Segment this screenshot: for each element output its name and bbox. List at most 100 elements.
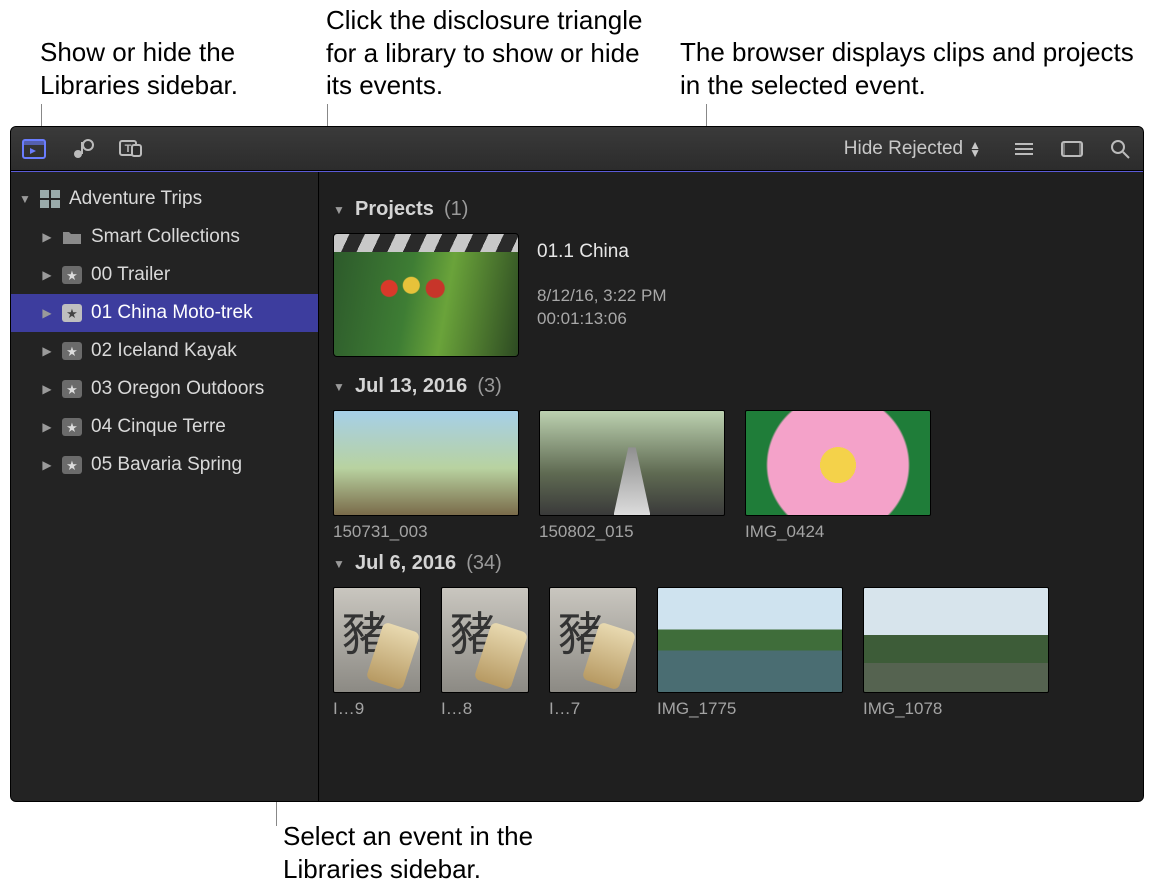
chevron-right-icon[interactable] <box>41 344 53 358</box>
disclosure-triangle-icon[interactable] <box>333 557 345 571</box>
clip-image <box>549 587 637 693</box>
sidebar-item-label: 04 Cinque Terre <box>91 416 226 438</box>
project-thumbnail[interactable] <box>333 233 519 357</box>
sidebar-item-label: 05 Bavaria Spring <box>91 454 242 476</box>
sidebar-item-label: 00 Trailer <box>91 264 170 286</box>
section-count: (1) <box>444 198 468 221</box>
clip-thumbnail[interactable]: IMG_1078 <box>863 587 1049 719</box>
svg-text:★: ★ <box>66 344 78 359</box>
sidebar-item-event[interactable]: ★ 03 Oregon Outdoors <box>11 370 318 408</box>
event-star-icon: ★ <box>61 455 83 475</box>
sidebar-item-label: 02 Iceland Kayak <box>91 340 237 362</box>
section-title: Jul 6, 2016 <box>355 552 456 575</box>
list-view-icon[interactable] <box>1011 136 1037 162</box>
clip-image <box>333 587 421 693</box>
fcp-window: T Hide Rejected ▲▼ Adventure Trips <box>10 126 1144 802</box>
clip-image <box>863 587 1049 693</box>
event-star-icon: ★ <box>61 379 83 399</box>
chevron-right-icon[interactable] <box>41 458 53 472</box>
clip-image <box>539 410 725 516</box>
sidebar-item-label: 03 Oregon Outdoors <box>91 378 264 400</box>
disclosure-triangle-icon[interactable] <box>333 380 345 394</box>
callout-browser: The browser displays clips and projects … <box>680 36 1140 101</box>
clip-label: I…7 <box>549 699 637 719</box>
section-header-projects[interactable]: Projects (1) <box>333 198 1129 221</box>
project-metadata: 01.1 China 8/12/16, 3:22 PM 00:01:13:06 <box>537 233 666 331</box>
callout-select-event: Select an event in the Libraries sidebar… <box>283 820 613 885</box>
clip-image <box>657 587 843 693</box>
clip-filter-popup[interactable]: Hide Rejected ▲▼ <box>844 138 981 160</box>
section-header-date[interactable]: Jul 13, 2016 (3) <box>333 375 1129 398</box>
sidebar-item-smart-collections[interactable]: Smart Collections <box>11 218 318 256</box>
section-header-date[interactable]: Jul 6, 2016 (34) <box>333 552 1129 575</box>
clapperboard-icon <box>334 234 518 252</box>
clip-label: 150731_003 <box>333 522 519 542</box>
libraries-sidebar: Adventure Trips Smart Collections ★ 00 T… <box>11 172 319 801</box>
event-star-icon: ★ <box>61 341 83 361</box>
search-icon[interactable] <box>1107 136 1133 162</box>
project-duration: 00:01:13:06 <box>537 308 666 331</box>
chevron-right-icon[interactable] <box>41 382 53 396</box>
disclosure-triangle-icon[interactable] <box>19 192 31 206</box>
sidebar-item-event[interactable]: ★ 01 China Moto-trek <box>11 294 318 332</box>
sidebar-item-label: 01 China Moto-trek <box>91 302 253 324</box>
sidebar-item-event[interactable]: ★ 00 Trailer <box>11 256 318 294</box>
clip-label: I…8 <box>441 699 529 719</box>
photos-music-sidebar-icon[interactable] <box>69 136 95 162</box>
clip-thumbnail[interactable]: IMG_0424 <box>745 410 931 542</box>
sidebar-item-event[interactable]: ★ 02 Iceland Kayak <box>11 332 318 370</box>
browser-pane: Projects (1) 01.1 China 8/12/16, 3:22 PM… <box>319 172 1143 801</box>
event-star-icon: ★ <box>61 303 83 323</box>
sidebar-item-label: Smart Collections <box>91 226 240 248</box>
clip-label: IMG_0424 <box>745 522 931 542</box>
svg-text:T: T <box>125 143 132 155</box>
clip-image <box>745 410 931 516</box>
event-star-icon: ★ <box>61 265 83 285</box>
section-title: Projects <box>355 198 434 221</box>
library-icon <box>39 189 61 209</box>
clip-label: IMG_1775 <box>657 699 843 719</box>
clip-thumbnail[interactable]: IMG_1775 <box>657 587 843 719</box>
sidebar-library-row[interactable]: Adventure Trips <box>11 180 318 218</box>
clip-thumbnail[interactable]: 150731_003 <box>333 410 519 542</box>
callout-sidebar-toggle: Show or hide the Libraries sidebar. <box>40 36 330 101</box>
disclosure-triangle-icon[interactable] <box>333 203 345 217</box>
project-thumb-image <box>334 252 518 356</box>
section-title: Jul 13, 2016 <box>355 375 467 398</box>
sidebar-item-event[interactable]: ★ 05 Bavaria Spring <box>11 446 318 484</box>
section-count: (3) <box>477 375 501 398</box>
chevron-updown-icon: ▲▼ <box>969 141 981 157</box>
clip-thumbnail[interactable]: I…8 <box>441 587 529 719</box>
clip-thumbnail[interactable]: I…7 <box>549 587 637 719</box>
svg-text:★: ★ <box>66 382 78 397</box>
clip-filter-label: Hide Rejected <box>844 138 963 160</box>
project-date: 8/12/16, 3:22 PM <box>537 285 666 308</box>
chevron-right-icon[interactable] <box>41 306 53 320</box>
clip-label: IMG_1078 <box>863 699 1049 719</box>
clip-image <box>333 410 519 516</box>
filmstrip-view-icon[interactable] <box>1059 136 1085 162</box>
sidebar-item-event[interactable]: ★ 04 Cinque Terre <box>11 408 318 446</box>
titles-generators-sidebar-icon[interactable]: T <box>117 136 143 162</box>
toolbar: T Hide Rejected ▲▼ <box>11 127 1143 171</box>
folder-icon <box>61 227 83 247</box>
chevron-right-icon[interactable] <box>41 420 53 434</box>
clip-label: I…9 <box>333 699 421 719</box>
clip-thumbnail[interactable]: I…9 <box>333 587 421 719</box>
svg-text:★: ★ <box>66 458 78 473</box>
libraries-sidebar-toggle-icon[interactable] <box>21 136 47 162</box>
sidebar-library-label: Adventure Trips <box>69 188 202 210</box>
chevron-right-icon[interactable] <box>41 230 53 244</box>
clip-thumbnail[interactable]: 150802_015 <box>539 410 725 542</box>
event-star-icon: ★ <box>61 417 83 437</box>
project-title: 01.1 China <box>537 241 666 263</box>
section-count: (34) <box>466 552 502 575</box>
svg-text:★: ★ <box>66 420 78 435</box>
callout-disclosure: Click the disclosure triangle for a libr… <box>326 4 656 102</box>
clip-image <box>441 587 529 693</box>
chevron-right-icon[interactable] <box>41 268 53 282</box>
svg-text:★: ★ <box>66 268 78 283</box>
clip-label: 150802_015 <box>539 522 725 542</box>
project-row[interactable]: 01.1 China 8/12/16, 3:22 PM 00:01:13:06 <box>333 233 1129 357</box>
svg-text:★: ★ <box>66 306 78 321</box>
